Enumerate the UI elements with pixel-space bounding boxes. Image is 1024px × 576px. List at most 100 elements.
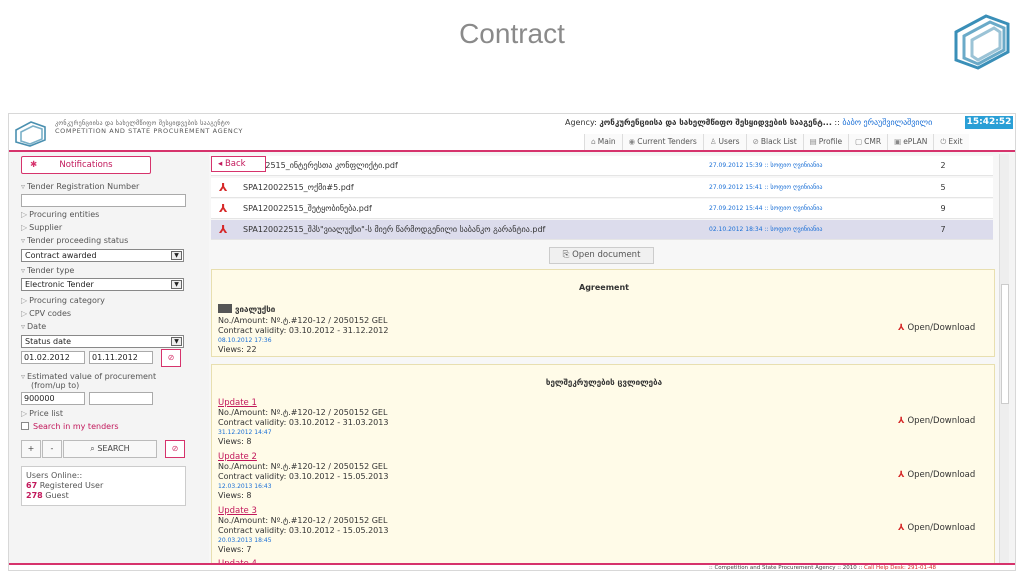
scroll-thumb[interactable] [1001, 284, 1009, 404]
tender-registration-input[interactable] [21, 194, 186, 207]
label-text: Open document [572, 250, 641, 260]
nav-exit[interactable]: ⏻ Exit [933, 134, 969, 150]
pdf-icon: ⅄ [219, 202, 228, 215]
supplier-toggle[interactable]: ▷ Supplier [21, 223, 62, 232]
agency-value: კონკურენციისა და სახელმწიფო შესყიდვების … [599, 118, 832, 127]
nav-current-tenders[interactable]: ◉ Current Tenders [621, 134, 703, 150]
file-count: 7 [940, 225, 946, 234]
label-text: CPV codes [29, 309, 72, 318]
expand-all-button[interactable]: + [21, 440, 41, 458]
clock: 15:42:52 [965, 116, 1013, 129]
app-footer: :: Competition and State Procurement Age… [9, 563, 1015, 571]
estimated-to-input[interactable] [89, 392, 153, 405]
tender-type-select[interactable]: Electronic Tender ▼ [21, 278, 184, 291]
file-count: 2 [940, 161, 946, 170]
search-controls: + - ⌕ SEARCH [21, 440, 186, 458]
estimated-value-sublabel: (from/up to) [31, 381, 80, 390]
nav-label: Exit [948, 137, 963, 146]
cpv-codes-toggle[interactable]: ▷ CPV codes [21, 309, 71, 318]
registered-label: Registered User [39, 481, 104, 490]
top-navigation: ⌂ Main ◉ Current Tenders ♙ Users ⊘ Black Lis… [584, 134, 969, 150]
nav-black-list[interactable]: ⊘ Black List [745, 134, 803, 150]
file-meta: 27.09.2012 15:44 :: სოფიო ღვინიანია [709, 205, 823, 212]
contract-changes-panel: ხელშეკრულების ცვლილება Update 1 No./Amou… [211, 364, 995, 570]
help-desk: Call Help Desk: 291-01-48 [863, 565, 937, 571]
procuring-entities-toggle[interactable]: ▷ Procuring entities [21, 210, 99, 219]
agency-header-logo-icon [15, 121, 46, 147]
cmr-icon: ▢ [855, 137, 863, 146]
eplan-icon: ▣ [894, 137, 902, 146]
nav-main[interactable]: ⌂ Main [584, 134, 622, 150]
update-2-link[interactable]: Update 2 [218, 452, 257, 462]
back-button[interactable]: ◂ Back [211, 156, 266, 172]
label-text: Procuring category [29, 296, 105, 305]
user-name-link[interactable]: ბაბო ერაუშვილაშვილი [842, 118, 932, 127]
agency-label: Agency: [565, 118, 597, 127]
price-list-toggle[interactable]: ▷ Price list [21, 409, 63, 418]
file-row[interactable]: ⅄ SPA120022515_შეტყობინება.pdf 27.09.201… [211, 199, 993, 219]
estimated-from-input[interactable]: 900000 [21, 392, 85, 405]
footer-text: :: Competition and State Procurement Age… [709, 565, 937, 571]
update-3-download-link[interactable]: ⅄ Open/Download [898, 523, 975, 533]
date-to-input[interactable]: 01.11.2012 [89, 351, 153, 364]
nav-eplan[interactable]: ▣ ePLAN [887, 134, 934, 150]
update-validity: Contract validity: 03.10.2012 - 15.05.20… [218, 526, 389, 535]
nav-label: Current Tenders [637, 137, 697, 146]
expand-right-icon: ▷ [21, 309, 28, 318]
tender-type-label[interactable]: ▿ Tender type [21, 266, 74, 275]
nav-cmr[interactable]: ▢ CMR [848, 134, 888, 150]
update-2-download-link[interactable]: ⅄ Open/Download [898, 470, 975, 480]
label-text: Tender Registration Number [27, 182, 140, 191]
file-name[interactable]: SPA120022515_შეტყობინება.pdf [243, 204, 372, 213]
update-1-link[interactable]: Update 1 [218, 398, 257, 408]
expand-down-icon: ▿ [21, 372, 26, 381]
estimated-value-label[interactable]: ▿ Estimated value of procurement [21, 372, 156, 381]
date-type-select[interactable]: Status date ▼ [21, 335, 184, 348]
nav-users[interactable]: ♙ Users [702, 134, 746, 150]
nav-profile[interactable]: ▤ Profile [802, 134, 849, 150]
collapse-all-button[interactable]: - [42, 440, 62, 458]
registered-count: 67 [26, 481, 38, 490]
label-text: Open/Download [907, 523, 976, 533]
registered-users: 67 Registered User [26, 481, 181, 491]
date-label[interactable]: ▿ Date [21, 322, 46, 331]
file-row-selected[interactable]: ⅄ SPA120022515_შპს"ვიალუქსი"-ს მიერ წარმ… [211, 220, 993, 240]
date-from-input[interactable]: 01.02.2012 [21, 351, 85, 364]
clear-search-button[interactable]: ⊘ [165, 440, 185, 458]
agreement-download-link[interactable]: ⅄ Open/Download [898, 323, 975, 333]
tender-status-label[interactable]: ▿ Tender proceeding status [21, 236, 128, 245]
guest-label: Guest [45, 491, 69, 500]
expand-right-icon: ▷ [21, 296, 28, 305]
search-button[interactable]: ⌕ SEARCH [63, 440, 157, 458]
notification-icon: ✱ [30, 160, 38, 170]
file-row[interactable]: ⅄ SPA120022515_ოქმი#5.pdf 27.09.2012 15:… [211, 178, 993, 198]
tender-registration-label[interactable]: ▿ Tender Registration Number [21, 182, 139, 191]
label-text: Price list [29, 409, 63, 418]
select-value: Status date [25, 337, 72, 346]
file-name[interactable]: 20022515_ინტერესთა კონფლიქტი.pdf [245, 161, 398, 170]
update-1-download-link[interactable]: ⅄ Open/Download [898, 416, 975, 426]
guest-count: 278 [26, 491, 43, 500]
update-views: Views: 8 [218, 491, 252, 500]
procuring-category-toggle[interactable]: ▷ Procuring category [21, 296, 105, 305]
open-document-button[interactable]: ⎘ Open document [549, 247, 654, 264]
agency-name-english: COMPETITION AND STATE PROCUREMENT AGENCY [55, 127, 243, 135]
notifications-button[interactable]: ✱ Notifications [21, 156, 151, 174]
search-my-tenders-checkbox[interactable]: Search in my tenders [21, 422, 119, 431]
main-scrollbar[interactable] [999, 154, 1009, 570]
notifications-label: Notifications [59, 160, 113, 170]
update-validity: Contract validity: 03.10.2012 - 31.03.20… [218, 418, 389, 427]
update-views: Views: 7 [218, 545, 252, 554]
filter-sidebar: ✱ Notifications ▿ Tender Registration Num… [17, 154, 193, 570]
nav-label: CMR [864, 137, 882, 146]
nav-label: Users [718, 137, 740, 146]
file-row[interactable]: 20022515_ინტერესთა კონფლიქტი.pdf 27.09.2… [211, 156, 993, 176]
agreement-views: Views: 22 [218, 345, 257, 354]
file-meta: 02.10.2012 18:34 :: სოფიო ღვინიანია [709, 226, 823, 233]
file-name[interactable]: SPA120022515_ოქმი#5.pdf [243, 183, 354, 192]
tender-status-select[interactable]: Contract awarded ▼ [21, 249, 184, 262]
update-3-link[interactable]: Update 3 [218, 506, 257, 516]
clear-date-button[interactable]: ⊘ [161, 349, 181, 367]
clear-icon: ⊘ [167, 353, 175, 362]
file-name[interactable]: SPA120022515_შპს"ვიალუქსი"-ს მიერ წარმოდ… [243, 225, 545, 234]
